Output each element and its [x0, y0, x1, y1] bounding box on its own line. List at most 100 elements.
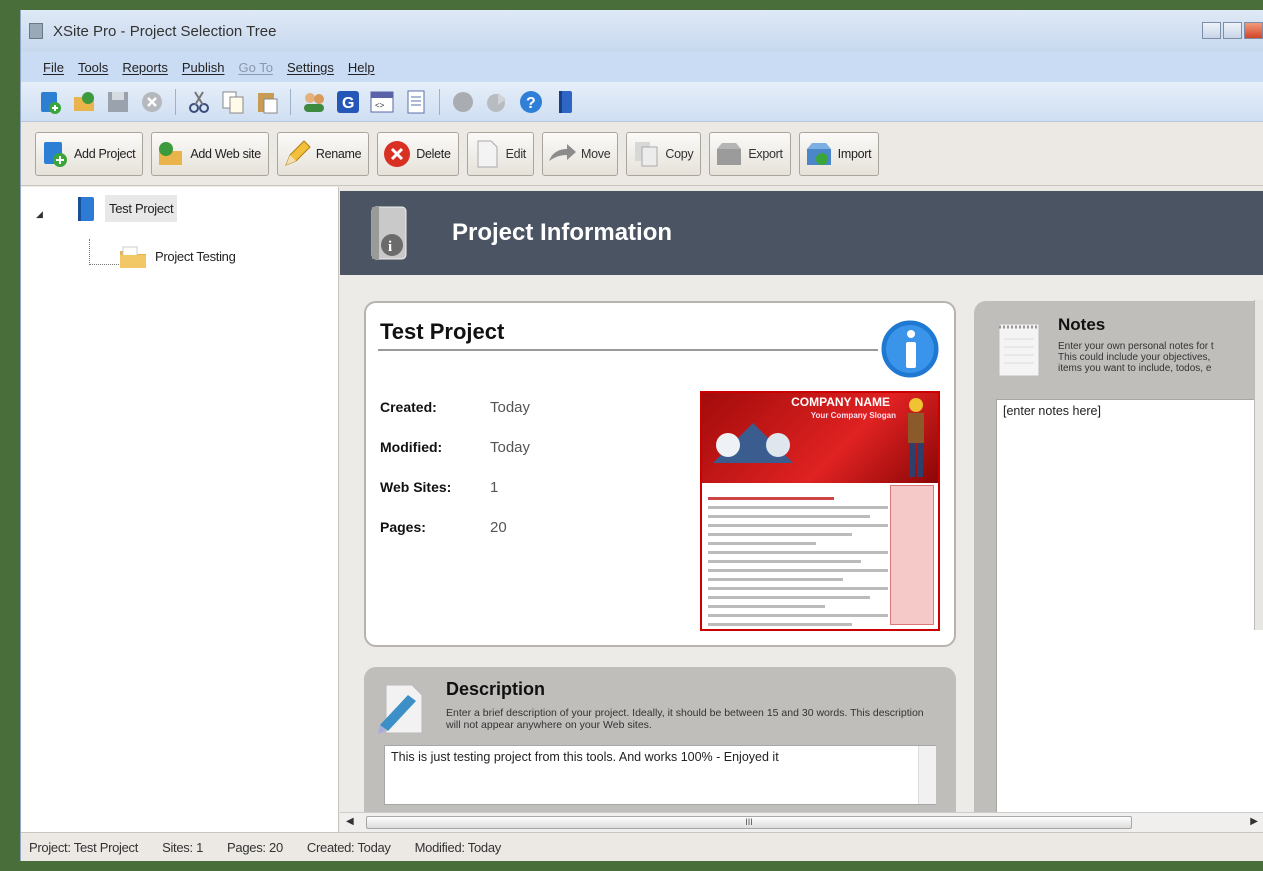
notes-panel: Notes Enter your own personal notes for …	[974, 301, 1263, 812]
edit-button[interactable]: Edit	[466, 131, 534, 176]
content-pane: i Project Information Test Project Creat…	[340, 191, 1263, 812]
title-divider	[378, 349, 878, 351]
app-window: XSite Pro - Project Selection Tree File …	[20, 10, 1263, 861]
import-label: Import	[837, 146, 872, 161]
add-website-label: Add Web site	[190, 146, 261, 161]
move-label: Move	[580, 146, 611, 161]
rename-button[interactable]: Rename	[276, 131, 370, 176]
pages-value: 20	[490, 519, 507, 536]
notes-title: Notes	[1058, 315, 1106, 334]
menu-help[interactable]: Help	[348, 60, 375, 75]
tree-node-label: Test Project	[105, 195, 178, 222]
users-icon[interactable]	[299, 87, 329, 117]
collapse-arrow-icon[interactable]: ◢	[36, 209, 43, 220]
menu-file[interactable]: File	[43, 60, 64, 75]
delete-icon	[384, 140, 411, 167]
delete-icon[interactable]	[137, 87, 167, 117]
menu-go-to[interactable]: Go To	[238, 60, 272, 75]
add-project-label: Add Project	[74, 146, 136, 161]
description-textarea[interactable]: This is just testing project from this t…	[384, 745, 936, 805]
add-project-icon[interactable]	[35, 87, 65, 117]
copy-icon	[635, 141, 658, 166]
minimize-button[interactable]	[1202, 22, 1221, 39]
modified-value: Today	[490, 439, 531, 456]
menu-tools[interactable]: Tools	[78, 60, 108, 75]
tree-node-test-project[interactable]: Test Project	[75, 195, 178, 222]
thumbnail-slogan: Your Company Slogan	[810, 411, 896, 420]
edit-label: Edit	[505, 146, 527, 161]
svg-text:i: i	[388, 239, 392, 255]
pen-note-icon	[378, 684, 423, 734]
svg-text:<>: <>	[375, 101, 385, 110]
app-icon	[29, 23, 43, 39]
copy-label: Copy	[665, 146, 694, 161]
publish-icon[interactable]	[482, 87, 512, 117]
modified-field: Modified: Today	[380, 439, 531, 456]
scrollbar-thumb[interactable]: III	[366, 816, 1132, 829]
thumbnail-text-lines	[708, 497, 888, 629]
tree-node-project-testing[interactable]: Project Testing	[119, 243, 236, 269]
close-button[interactable]	[1244, 22, 1263, 39]
project-tree: ◢ Test Project Project Testing	[21, 187, 339, 832]
maximize-button[interactable]	[1223, 22, 1242, 39]
pages-field: Pages: 20	[380, 519, 507, 536]
window-title: XSite Pro - Project Selection Tree	[53, 22, 277, 40]
menu-publish[interactable]: Publish	[182, 60, 225, 75]
toolbar-separator	[439, 88, 440, 115]
save-icon[interactable]	[103, 87, 133, 117]
notes-help: Enter your own personal notes for t This…	[1058, 341, 1214, 374]
description-panel: Description Enter a brief description of…	[364, 667, 956, 812]
globe-icon[interactable]	[448, 87, 478, 117]
menu-bar: File Tools Reports Publish Go To Setting…	[21, 52, 1263, 82]
copy-button[interactable]: Copy	[626, 131, 702, 176]
rename-label: Rename	[315, 146, 362, 161]
export-icon	[717, 142, 742, 165]
delete-button[interactable]: Delete	[377, 131, 459, 176]
description-title: Description	[446, 679, 546, 699]
html-icon[interactable]: <>	[367, 87, 397, 117]
tree-node-label: Project Testing	[155, 248, 236, 264]
project-info-banner: i Project Information	[340, 191, 1263, 275]
status-created: Created: Today	[306, 839, 391, 855]
thumbnail-sidebar	[890, 485, 934, 625]
import-icon	[806, 142, 831, 165]
import-button[interactable]: Import	[798, 131, 880, 176]
pencil-icon	[284, 139, 311, 166]
add-project-icon	[44, 141, 67, 167]
book-icon[interactable]	[550, 87, 580, 117]
copy-icon[interactable]	[218, 87, 248, 117]
menu-settings[interactable]: Settings	[287, 60, 334, 75]
websites-field: Web Sites: 1	[380, 479, 499, 496]
created-field: Created: Today	[380, 399, 531, 416]
add-project-button[interactable]: Add Project	[35, 131, 144, 176]
document-icon[interactable]	[401, 87, 431, 117]
horizontal-scrollbar[interactable]: ◀ III ▶	[340, 812, 1263, 832]
created-value: Today	[490, 399, 531, 416]
websites-value: 1	[490, 479, 499, 496]
window-controls	[1202, 22, 1263, 39]
description-scrollbar[interactable]	[918, 746, 936, 804]
info-book-icon: i	[371, 206, 407, 260]
tree-connector	[89, 239, 119, 265]
project-summary-card: Test Project Created: Today Modified: Toda…	[364, 301, 956, 647]
menu-reports[interactable]: Reports	[122, 60, 168, 75]
vertical-scrollbar[interactable]	[1254, 300, 1263, 630]
add-website-button[interactable]: Add Web site	[151, 131, 269, 176]
g-icon[interactable]: G	[333, 87, 363, 117]
add-website-icon	[159, 141, 183, 165]
info-icon	[878, 317, 942, 381]
help-icon[interactable]: ?	[516, 87, 546, 117]
toolbar-separator	[175, 88, 176, 115]
delete-label: Delete	[416, 146, 451, 161]
scroll-left-icon[interactable]: ◀	[346, 816, 354, 827]
notes-textarea[interactable]: [enter notes here]	[996, 399, 1263, 812]
status-bar: Project: Test Project Sites: 1 Pages: 20…	[21, 832, 1263, 861]
worker-figure-icon	[908, 398, 924, 477]
cut-icon[interactable]	[184, 87, 214, 117]
add-website-icon[interactable]	[69, 87, 99, 117]
scroll-right-icon[interactable]: ▶	[1250, 816, 1258, 827]
paste-icon[interactable]	[252, 87, 282, 117]
export-button[interactable]: Export	[709, 131, 791, 176]
status-sites: Sites: 1	[162, 839, 204, 855]
move-button[interactable]: Move	[541, 131, 619, 176]
